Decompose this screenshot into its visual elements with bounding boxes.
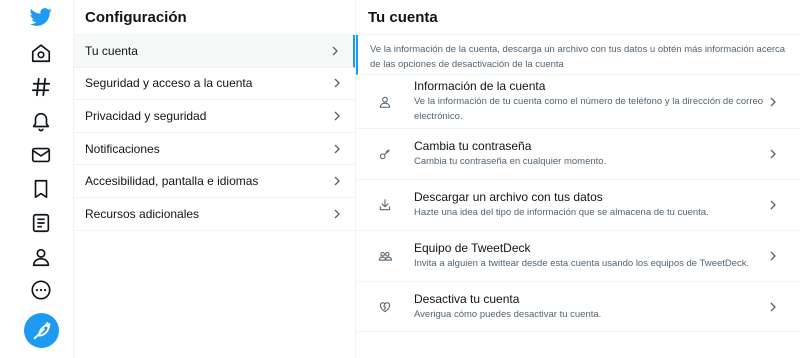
settings-item-label: Notificaciones [85, 141, 160, 156]
chevron-right-icon [334, 78, 340, 88]
option-download-archive[interactable]: Descargar un archivo con tus datos Hazte… [356, 180, 800, 231]
option-description: Averigua cómo puedes desactivar tu cuent… [414, 308, 602, 320]
broken-heart-icon [379, 301, 391, 312]
option-account-information[interactable]: Información de la cuenta Ve la informaci… [356, 75, 800, 129]
chevron-right-icon [770, 97, 776, 106]
chevron-right-icon [334, 144, 340, 154]
settings-item-accessibility[interactable]: Accesibilidad, pantalla e idiomas [74, 165, 355, 198]
option-change-password[interactable]: Cambia tu contraseña Cambia tu contraseñ… [356, 129, 800, 180]
option-description: Cambia tu contraseña en cualquier moment… [414, 156, 607, 167]
option-tweetdeck-teams[interactable]: Equipo de TweetDeck Invita a alguien a t… [356, 231, 800, 282]
home-icon[interactable] [29, 41, 53, 65]
chevron-right-icon [770, 302, 776, 311]
option-title: Desactiva tu cuenta [414, 291, 520, 306]
option-description: Hazte una idea del tipo de información q… [414, 207, 709, 218]
option-title: Equipo de TweetDeck [414, 241, 531, 255]
settings-item-your-account[interactable]: Tu cuenta [74, 35, 355, 68]
option-description: Ve la información de tu cuenta como el n… [414, 96, 764, 122]
chevron-right-icon [770, 200, 776, 210]
settings-item-label: Seguridad y acceso a la cuenta [85, 76, 253, 91]
settings-item-label: Privacidad y seguridad [85, 108, 207, 123]
lists-icon[interactable] [29, 211, 53, 235]
option-title: Cambia tu contraseña [414, 139, 532, 153]
chevron-right-icon [332, 46, 338, 56]
key-icon [379, 149, 390, 160]
settings-title: Configuración [74, 0, 355, 35]
settings-item-privacy[interactable]: Privacidad y seguridad [74, 100, 355, 133]
settings-item-label: Recursos adicionales [85, 206, 200, 221]
option-title: Información de la cuenta [414, 79, 546, 93]
nav-rail [0, 0, 74, 358]
page-title: Tu cuenta [356, 0, 800, 35]
chevron-right-icon [334, 176, 340, 186]
account-column: Tu cuenta Ve la información de la cuenta… [356, 0, 800, 358]
profile-icon[interactable] [29, 245, 53, 269]
settings-item-label: Accesibilidad, pantalla e idiomas [85, 174, 259, 189]
option-title: Descargar un archivo con tus datos [414, 190, 603, 204]
people-icon [378, 251, 392, 261]
person-icon [379, 96, 391, 108]
settings-item-security[interactable]: Seguridad y acceso a la cuenta [74, 68, 355, 101]
settings-item-notifications[interactable]: Notificaciones [74, 133, 355, 166]
option-description: Invita a alguien a twittear desde esta c… [414, 258, 750, 269]
download-icon [379, 199, 391, 211]
chevron-right-icon [334, 111, 340, 121]
explore-hashtag-icon[interactable] [29, 75, 53, 99]
settings-item-label: Tu cuenta [85, 43, 138, 58]
messages-mail-icon[interactable] [29, 143, 53, 167]
settings-item-additional-resources[interactable]: Recursos adicionales [74, 198, 355, 231]
twitter-logo[interactable] [28, 5, 54, 29]
bookmarks-icon[interactable] [29, 177, 53, 201]
compose-tweet-icon [31, 320, 53, 342]
settings-column: Configuración Tu cuenta Seguridad y acce… [74, 0, 356, 358]
chevron-right-icon [770, 251, 776, 261]
account-intro: Ve la información de la cuenta, descarga… [356, 35, 800, 75]
option-deactivate-account[interactable]: Desactiva tu cuenta Averigua cómo puedes… [356, 282, 800, 332]
chevron-right-icon [334, 209, 340, 219]
notifications-bell-icon[interactable] [29, 109, 53, 133]
compose-tweet-button[interactable] [24, 313, 59, 348]
more-icon[interactable] [29, 278, 53, 302]
chevron-right-icon [770, 149, 776, 159]
